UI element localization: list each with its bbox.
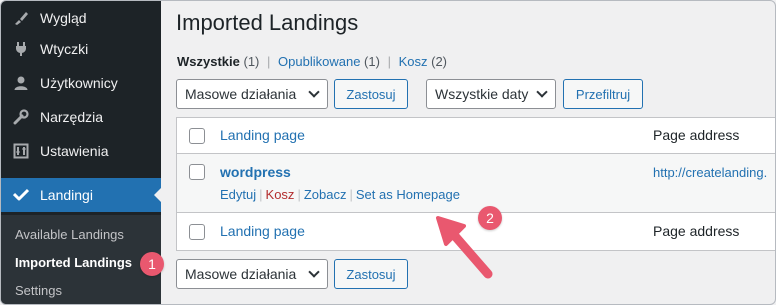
- sidebar-item-label: Wygląd: [40, 10, 87, 26]
- chevron-down-icon: [308, 266, 320, 278]
- date-filter-select[interactable]: Wszystkie daty: [426, 79, 556, 109]
- bulk-actions-value: Masowe działania: [185, 86, 297, 102]
- sidebar-item-wtyczki[interactable]: Wtyczki: [1, 32, 161, 66]
- annotation-badge-1: 1: [140, 252, 164, 276]
- apply-button[interactable]: Zastosuj: [334, 79, 408, 109]
- column-footer-landing-page[interactable]: Landing page: [220, 223, 305, 239]
- sidebar-item-wyglad[interactable]: Wygląd: [1, 1, 161, 35]
- sidebar-item-label: Użytkownicy: [40, 75, 118, 91]
- set-as-homepage-link[interactable]: Set as Homepage: [356, 187, 460, 202]
- select-all-checkbox-bottom[interactable]: [189, 224, 205, 240]
- trash-link[interactable]: Kosz: [266, 187, 295, 202]
- sidebar-item-label: Ustawienia: [40, 143, 109, 159]
- column-header-landing-page[interactable]: Landing page: [220, 127, 305, 143]
- sidebar-item-label: Narzędzia: [40, 109, 104, 125]
- status-filter-links: Wszystkie (1) | Opublikowane (1) | Kosz …: [177, 54, 447, 69]
- table-header-row: Landing page Page address: [177, 118, 775, 154]
- landingi-submenu: Available Landings Imported Landings Set…: [1, 215, 161, 304]
- filter-all[interactable]: Wszystkie: [177, 54, 240, 69]
- row-title-link[interactable]: wordpress: [220, 164, 291, 180]
- separator: |: [387, 54, 391, 69]
- bulk-actions-value: Masowe działania: [185, 266, 297, 282]
- settings-icon: [11, 141, 31, 161]
- sidebar-item-label: Wtyczki: [40, 41, 89, 57]
- wrench-icon: [11, 107, 31, 127]
- filter-trash[interactable]: Kosz: [399, 54, 428, 69]
- bulk-actions-select-bottom[interactable]: Masowe działania: [176, 259, 328, 289]
- bulk-actions-select[interactable]: Masowe działania: [176, 79, 328, 109]
- separator: |: [267, 54, 271, 69]
- apply-button-bottom[interactable]: Zastosuj: [334, 259, 408, 289]
- sidebar-item-landingi[interactable]: Landingi: [1, 178, 162, 212]
- admin-sidebar: Wygląd Wtyczki Użytkownicy Narzędzia Ust…: [1, 1, 162, 304]
- date-filter-value: Wszystkie daty: [435, 86, 529, 102]
- column-footer-page-address: Page address: [653, 223, 740, 239]
- row-actions: Edytuj | Kosz | Zobacz | Set as Homepage: [220, 187, 460, 202]
- filter-button[interactable]: Przefiltruj: [563, 79, 643, 109]
- filter-published[interactable]: Opublikowane: [278, 54, 360, 69]
- landingi-icon: [11, 185, 31, 205]
- plug-icon: [11, 39, 31, 59]
- column-header-page-address: Page address: [653, 127, 740, 143]
- page-title: Imported Landings: [176, 10, 359, 35]
- table-row: wordpress http://createlanding. Edytuj | K…: [177, 154, 775, 212]
- row-checkbox[interactable]: [189, 164, 205, 180]
- sidebar-item-ustawienia[interactable]: Ustawienia: [1, 134, 161, 168]
- filter-published-count: (1): [364, 54, 380, 69]
- sidebar-item-narzedzia[interactable]: Narzędzia: [1, 100, 161, 134]
- sidebar-item-label: Landingi: [40, 187, 93, 203]
- row-page-address-link[interactable]: http://createlanding.: [653, 165, 767, 180]
- annotation-arrow-icon: [436, 216, 493, 279]
- app-window: Wygląd Wtyczki Użytkownicy Narzędzia Ust…: [0, 0, 776, 305]
- select-all-checkbox[interactable]: [189, 128, 205, 144]
- user-icon: [11, 73, 31, 93]
- submenu-imported-landings[interactable]: Imported Landings: [15, 255, 132, 270]
- submenu-available-landings[interactable]: Available Landings: [15, 227, 124, 242]
- chevron-down-icon: [536, 86, 548, 98]
- view-link[interactable]: Zobacz: [304, 187, 347, 202]
- paintbrush-icon: [11, 8, 31, 28]
- edit-link[interactable]: Edytuj: [220, 187, 256, 202]
- sidebar-item-uzytkownicy[interactable]: Użytkownicy: [1, 66, 161, 100]
- filter-trash-count: (2): [431, 54, 447, 69]
- submenu-settings[interactable]: Settings: [15, 283, 62, 298]
- filter-all-count: (1): [243, 54, 260, 69]
- chevron-down-icon: [308, 86, 320, 98]
